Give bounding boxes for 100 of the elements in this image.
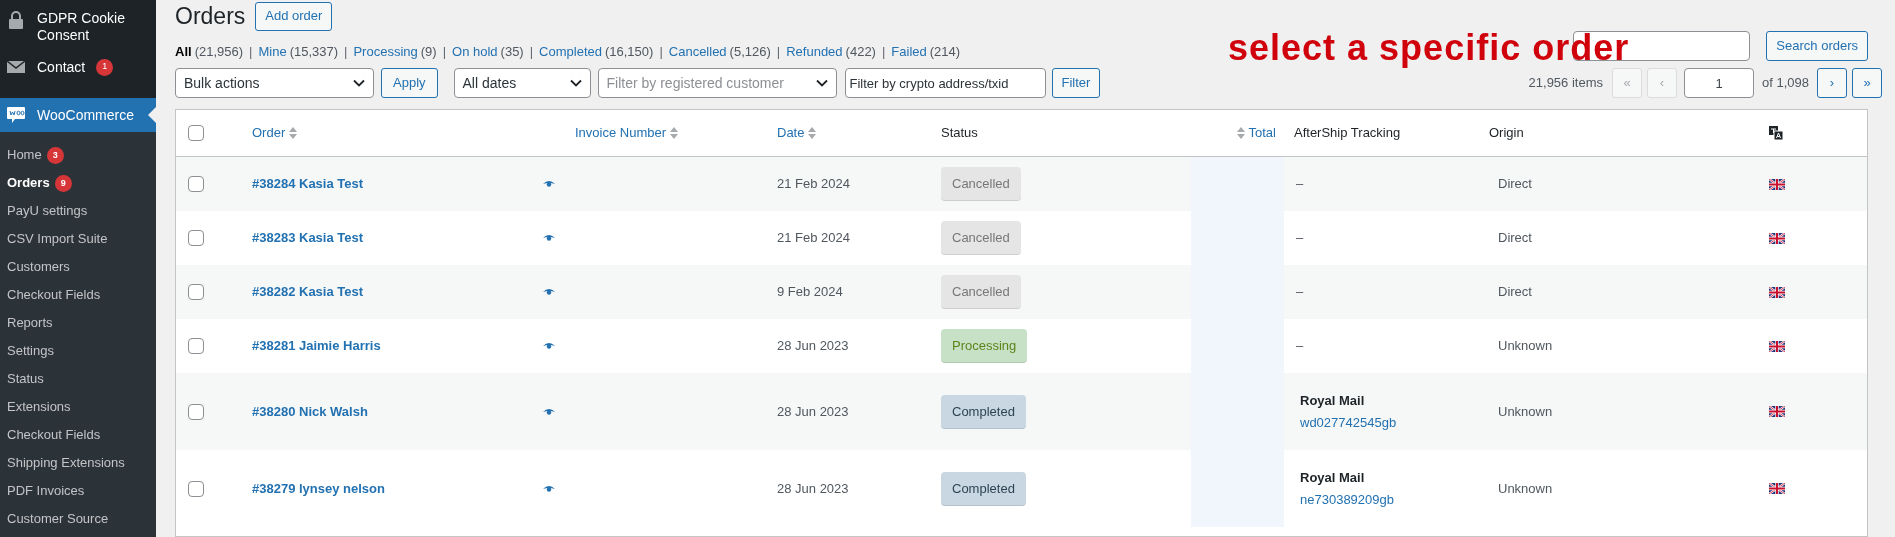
separator: | [528,43,535,62]
submenu-item[interactable]: Checkout Fields [7,421,156,449]
column-header[interactable]: Date [777,123,805,143]
last-page-button[interactable]: » [1852,68,1882,98]
submenu-item[interactable]: Settings [7,337,156,365]
separator: | [248,43,254,62]
status-filter-link[interactable]: Failed [891,42,927,62]
column-header: AfterShip Tracking [1294,124,1401,143]
next-page-button[interactable]: › [1817,68,1847,98]
column-header[interactable]: Order [252,123,286,143]
uk-flag-icon [1769,178,1785,190]
order-link[interactable]: #38282 Kasia Test [252,282,364,302]
page-number-field[interactable]: 1 [1684,68,1754,98]
checkbox[interactable] [188,230,204,246]
uk-flag-icon [1769,232,1785,244]
status-filter-link[interactable]: All [175,42,192,62]
checkbox[interactable] [188,125,204,141]
page-total: of 1,098 [1762,74,1809,93]
checkbox[interactable] [188,403,204,420]
tracking-number-link[interactable]: ne730389209gb [1300,489,1479,509]
eye-icon[interactable] [543,484,555,493]
customer-filter-dropdown[interactable]: Filter by registered customer [597,68,837,98]
tracking-number-link[interactable]: wd027742545gb [1300,412,1479,432]
eye-icon[interactable] [543,288,555,296]
order-link[interactable]: #38284 Kasia Test [252,174,364,194]
order-date: 28 Jun 2023 [777,480,849,496]
submenu-item[interactable]: Checkout Fields [7,281,156,309]
menu-item[interactable]: WooCommerce [0,98,156,132]
status-filter-link[interactable]: On hold [452,42,498,62]
bulk-actions-dropdown[interactable]: Bulk actions [175,68,374,98]
status-badge: Processing [941,329,1028,363]
submenu-item[interactable]: Orders 9 [7,169,156,197]
checkbox[interactable] [188,176,204,192]
search-orders-button[interactable]: Search orders [1766,31,1868,61]
apply-button[interactable]: Apply [381,68,438,98]
crypto-filter-field[interactable]: Filter by crypto address/txid [844,68,1046,98]
submenu-item[interactable]: Shipping Extensions [7,449,156,477]
status-count: (16,150) [604,43,654,62]
submenu-item[interactable]: Customers [7,253,156,281]
carrier-name: Royal Mail [1300,392,1366,410]
sort-icon [808,127,817,139]
eye-icon[interactable] [543,180,555,188]
submenu-item[interactable]: Home 3 [7,141,156,169]
order-date: 28 Jun 2023 [777,338,849,354]
submenu-item[interactable]: PayU settings [7,197,156,225]
column-header[interactable]: Total [1248,123,1276,143]
filter-button[interactable]: Filter [1051,68,1101,98]
checkbox[interactable] [188,480,204,497]
status-badge: Cancelled [941,221,1021,255]
status-badge: Completed [941,394,1026,429]
order-date: 28 Jun 2023 [777,403,849,419]
status-filter-link[interactable]: Completed [539,42,602,62]
empty-tracking-dash: – [1296,283,1305,302]
submenu-label: Settings [7,342,55,360]
status-count: (15,337) [289,43,339,62]
dates-dropdown[interactable]: All dates [453,68,591,98]
order-link[interactable]: #38280 Nick Walsh [252,401,368,422]
submenu-item[interactable]: Reports [7,309,156,337]
submenu-item[interactable]: Customer Source [7,505,156,533]
order-origin: Direct [1498,284,1532,300]
status-count: (9) [420,43,437,62]
menu-item[interactable]: GDPR Cookie Consent [0,4,156,50]
checkbox[interactable] [188,284,204,300]
menu-item[interactable]: Contact 1 [0,50,156,84]
submenu-label: CSV Import Suite [7,230,109,248]
sort-icon [670,127,679,139]
order-link[interactable]: #38283 Kasia Test [252,228,364,248]
submenu-item[interactable]: Extensions [7,393,156,421]
status-filter-link[interactable]: Mine [258,42,287,62]
status-filter-link[interactable]: Processing [353,42,418,62]
submenu-item[interactable]: CSV Import Suite [7,225,156,253]
status-filter-link[interactable]: Refunded [786,42,843,62]
status-count: (21,956) [194,43,244,62]
add-order-button[interactable]: Add order [255,1,333,31]
status-badge: Completed [941,471,1026,506]
menu-label: GDPR Cookie Consent [37,10,126,44]
submenu-label: PDF Invoices [7,482,86,500]
submenu-item[interactable]: Status [7,365,156,393]
order-date: 21 Feb 2024 [777,230,850,246]
empty-tracking-dash: – [1296,337,1305,356]
empty-tracking-dash: – [1296,229,1305,248]
translate-icon [1769,126,1783,140]
order-link[interactable]: #38281 Jaimie Harris [252,336,381,356]
order-link[interactable]: #38279 lynsey nelson [252,478,385,499]
eye-icon[interactable] [543,407,555,416]
order-date: 9 Feb 2024 [777,284,843,300]
eye-icon[interactable] [543,234,555,242]
uk-flag-icon [1769,340,1785,352]
submenu-label: PayU settings [7,202,89,220]
checkbox[interactable] [188,338,204,354]
order-origin: Direct [1498,176,1532,192]
submenu-item[interactable]: PDF Invoices [7,477,156,505]
eye-icon[interactable] [543,342,555,350]
item-count: 21,956 items [1528,74,1603,93]
column-header[interactable]: Invoice Number [575,123,667,143]
status-filter-link[interactable]: Cancelled [668,42,727,62]
column-header: Origin [1489,124,1524,143]
envelope-icon [6,60,26,74]
submenu-label: Orders [7,174,50,192]
status-count: (422) [845,43,876,62]
